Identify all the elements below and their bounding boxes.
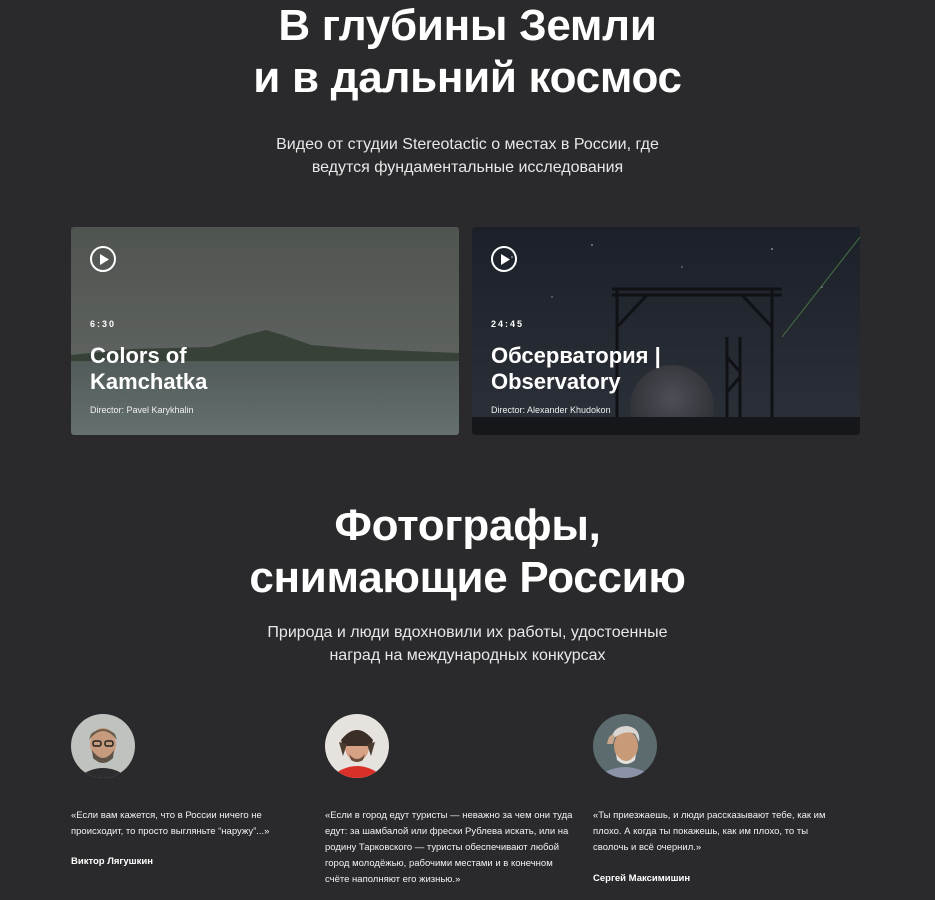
- photographers-title-line: снимающие Россию: [249, 553, 686, 602]
- photographer-quote: «Если в город едут туристы — неважно за …: [325, 808, 572, 888]
- photographer-name: Сергей Максимишин: [593, 873, 691, 884]
- quote-line: едут: за шамбалой или фрески Рублева иск…: [325, 826, 569, 837]
- video-title: Colors of Kamchatka: [90, 343, 430, 395]
- quote-line: «Если вам кажется, что в России ничего н…: [71, 810, 262, 821]
- quote-line: происходит, то просто выгляньте “наружу”…: [71, 826, 270, 837]
- hero-subtitle: Видео от студии Stereotactic о местах в …: [0, 133, 935, 179]
- video-director: Director: Alexander Khudokon: [491, 405, 611, 415]
- video-title: Обсерватория | Observatory: [491, 343, 831, 395]
- video-card-observatory[interactable]: 24:45 Обсерватория | Observatory Directo…: [472, 227, 860, 435]
- quote-line: «Если в город едут туристы — неважно за …: [325, 810, 573, 821]
- hero-subtitle-line: Видео от студии Stereotactic о местах в …: [276, 136, 659, 153]
- play-icon[interactable]: [90, 246, 116, 272]
- video-card-kamchatka[interactable]: 6:30 Colors of Kamchatka Director: Pavel…: [71, 227, 459, 435]
- hero-subtitle-line: ведутся фундаментальные исследования: [311, 159, 624, 176]
- photographer-quote: «Ты приезжаешь, и люди рассказывают тебе…: [593, 808, 826, 856]
- quote-line: родину Тарковского — туристы обеспечиваю…: [325, 842, 559, 853]
- photographers-title: Фотографы, снимающие Россию: [0, 500, 935, 604]
- photographers-subtitle-line: наград на международных конкурсах: [329, 647, 606, 664]
- avatar[interactable]: [71, 714, 135, 778]
- video-title-line: Обсерватория |: [491, 343, 661, 368]
- avatar[interactable]: [593, 714, 657, 778]
- photographers-title-line: Фотографы,: [334, 501, 601, 550]
- quote-line: сволочь и всё очернил.»: [593, 842, 702, 853]
- video-title-line: Colors of: [90, 343, 187, 368]
- photographers-subtitle: Природа и люди вдохновили их работы, удо…: [0, 621, 935, 667]
- video-thumbnail: [71, 227, 459, 435]
- hero-title: В глубины Земли и в дальний космос: [0, 0, 935, 104]
- video-title-line: Observatory: [491, 369, 621, 394]
- video-title-line: Kamchatka: [90, 369, 208, 394]
- hero-title-line: и в дальний космос: [253, 53, 682, 102]
- video-director: Director: Pavel Karykhalin: [90, 405, 194, 415]
- photographer-name: Виктор Лягушкин: [71, 856, 153, 867]
- avatar[interactable]: [325, 714, 389, 778]
- quote-line: «Ты приезжаешь, и люди рассказывают тебе…: [593, 810, 826, 821]
- hero-title-line: В глубины Земли: [278, 1, 657, 50]
- play-icon[interactable]: [491, 246, 517, 272]
- photographers-subtitle-line: Природа и люди вдохновили их работы, удо…: [267, 624, 668, 641]
- video-thumbnail: [472, 227, 860, 435]
- photographer-quote: «Если вам кажется, что в России ничего н…: [71, 808, 269, 840]
- video-duration: 24:45: [491, 319, 525, 329]
- quote-line: город молодёжью, рабочими местами и в ко…: [325, 858, 553, 869]
- quote-line: плохо. А когда ты покажешь, как им плохо…: [593, 826, 809, 837]
- video-duration: 6:30: [90, 319, 117, 329]
- quote-line: счёте наполняют его жизнью.»: [325, 874, 461, 885]
